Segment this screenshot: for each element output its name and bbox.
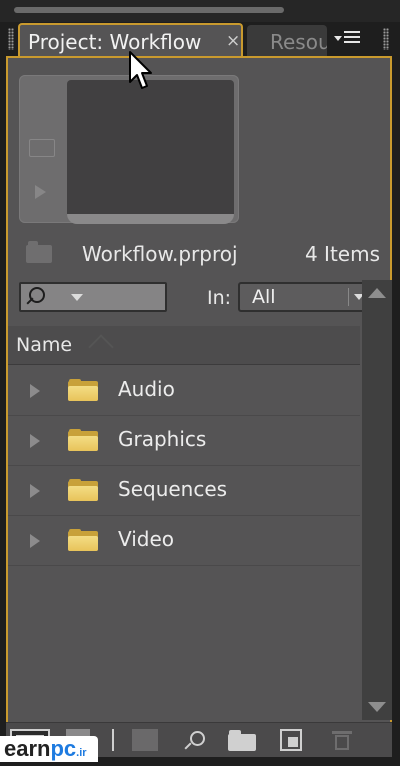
scroll-up-icon[interactable] — [368, 288, 386, 298]
tab-label: Project: Workflow — [28, 30, 202, 54]
tab-label-inactive: Resources — [270, 30, 327, 54]
in-label: In: — [207, 287, 232, 309]
tab-grip-right[interactable] — [383, 28, 389, 50]
sort-ascending-icon[interactable] — [88, 334, 114, 360]
toolbar-divider — [112, 729, 114, 751]
list-item[interactable]: Audio — [8, 365, 360, 416]
panel-menu-button[interactable] — [331, 26, 371, 54]
project-file-name: Workflow.prproj — [82, 242, 238, 266]
preview-thumbnail — [19, 75, 239, 224]
list-item[interactable]: Graphics — [8, 415, 360, 466]
folder-icon — [68, 479, 98, 501]
list-item[interactable]: Sequences — [8, 465, 360, 516]
vertical-scrollbar[interactable] — [362, 280, 392, 720]
folder-icon — [68, 429, 98, 451]
chevron-down-icon — [334, 36, 342, 41]
expand-triangle-icon[interactable] — [30, 534, 40, 548]
play-icon[interactable] — [35, 185, 46, 199]
item-count: 4 Items — [304, 242, 380, 266]
list-item[interactable]: Video — [8, 515, 360, 566]
watermark-part-3: .ir — [76, 747, 87, 759]
dropdown-icon[interactable] — [71, 294, 83, 301]
tab-resources[interactable]: Resources — [247, 25, 327, 57]
expand-triangle-icon[interactable] — [30, 484, 40, 498]
bin-icon — [26, 241, 52, 263]
find-button[interactable] — [184, 729, 206, 751]
tab-close-icon[interactable]: × — [226, 31, 240, 51]
column-name-label: Name — [16, 334, 73, 356]
menu-icon — [344, 31, 360, 46]
in-select[interactable]: All — [238, 282, 368, 312]
preview-screen — [67, 80, 234, 224]
folder-icon — [68, 379, 98, 401]
expand-triangle-icon[interactable] — [30, 384, 40, 398]
automate-to-sequence-button[interactable] — [132, 729, 158, 751]
expand-triangle-icon[interactable] — [30, 434, 40, 448]
drag-bar[interactable] — [14, 7, 284, 13]
clear-button[interactable] — [332, 729, 352, 751]
scroll-down-icon[interactable] — [368, 702, 386, 712]
watermark-part-1: earn — [4, 736, 51, 761]
watermark-part-2: pc — [50, 736, 77, 761]
list-item-label: Audio — [118, 377, 175, 401]
in-select-value: All — [252, 286, 276, 308]
new-bin-button[interactable] — [228, 729, 256, 751]
watermark-logo: earnpc.ir — [0, 736, 98, 762]
list-item-label: Video — [118, 527, 175, 551]
new-item-button[interactable] — [280, 729, 302, 751]
folder-icon — [68, 529, 98, 551]
project-panel: Workflow.prproj 4 Items In: All Name Aud… — [6, 56, 392, 756]
poster-frame-icon[interactable] — [29, 139, 55, 157]
column-header[interactable]: Name — [8, 326, 360, 365]
title-strip — [0, 0, 400, 22]
list-item-label: Sequences — [118, 477, 228, 501]
search-input[interactable] — [19, 282, 167, 312]
mouse-cursor-icon — [129, 51, 152, 89]
list-item-label: Graphics — [118, 427, 207, 451]
divider — [348, 288, 349, 306]
tab-grip-left[interactable] — [8, 28, 14, 50]
search-icon — [29, 287, 45, 303]
